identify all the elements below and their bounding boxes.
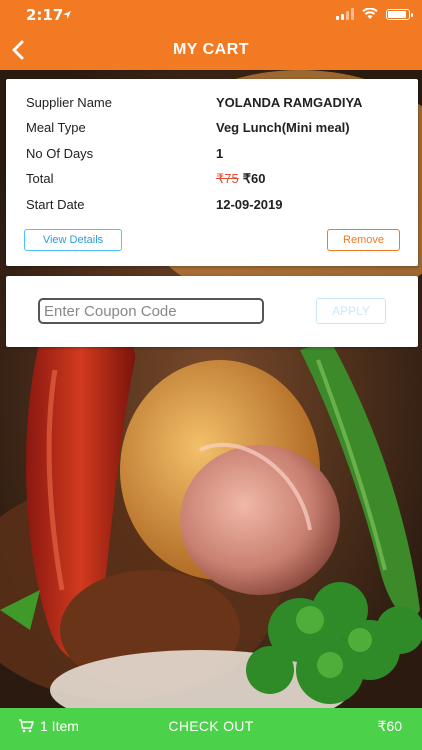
battery-icon <box>386 8 413 20</box>
total-label: Total <box>26 171 54 186</box>
no-of-days-label: No Of Days <box>26 146 94 161</box>
top-header: MY CART <box>0 30 422 70</box>
wifi-icon <box>362 8 378 19</box>
supplier-name-label: Supplier Name <box>26 95 112 110</box>
view-details-button[interactable]: View Details <box>24 229 122 251</box>
status-bar: 2:17 <box>0 0 422 30</box>
cart-total: ₹60 <box>377 718 402 734</box>
page-title: MY CART <box>172 41 250 58</box>
coupon-card: APPLY <box>6 276 418 347</box>
cart-item-card: Supplier Name YOLANDA RAMGADIYA Meal Typ… <box>6 79 418 266</box>
signal-icon <box>336 8 354 20</box>
start-date-row: Start Date 12-09-2019 <box>26 197 408 217</box>
location-arrow-icon <box>63 11 71 19</box>
checkout-bar[interactable]: 1 Item CHECK OUT ₹60 <box>0 708 422 750</box>
original-price: ₹75 <box>216 171 239 186</box>
supplier-name-row: Supplier Name YOLANDA RAMGADIYA <box>26 95 408 115</box>
remove-button[interactable]: Remove <box>327 229 400 251</box>
no-of-days-row: No Of Days 1 <box>26 146 408 166</box>
apply-coupon-button[interactable]: APPLY <box>316 298 386 324</box>
status-time: 2:17 <box>26 6 64 24</box>
start-date-label: Start Date <box>26 197 85 212</box>
total-value-group: ₹75 ₹60 <box>216 171 265 187</box>
start-date-value: 12-09-2019 <box>216 197 283 212</box>
meal-type-label: Meal Type <box>26 120 86 135</box>
meal-type-value: Veg Lunch(Mini meal) <box>216 120 350 135</box>
total-row: Total ₹75 ₹60 <box>26 171 408 191</box>
discounted-price: ₹60 <box>242 171 266 186</box>
supplier-name-value: YOLANDA RAMGADIYA <box>216 95 363 110</box>
coupon-code-input[interactable] <box>38 298 264 324</box>
no-of-days-value: 1 <box>216 146 224 161</box>
meal-type-row: Meal Type Veg Lunch(Mini meal) <box>26 120 408 140</box>
checkout-button[interactable]: CHECK OUT <box>0 718 422 734</box>
